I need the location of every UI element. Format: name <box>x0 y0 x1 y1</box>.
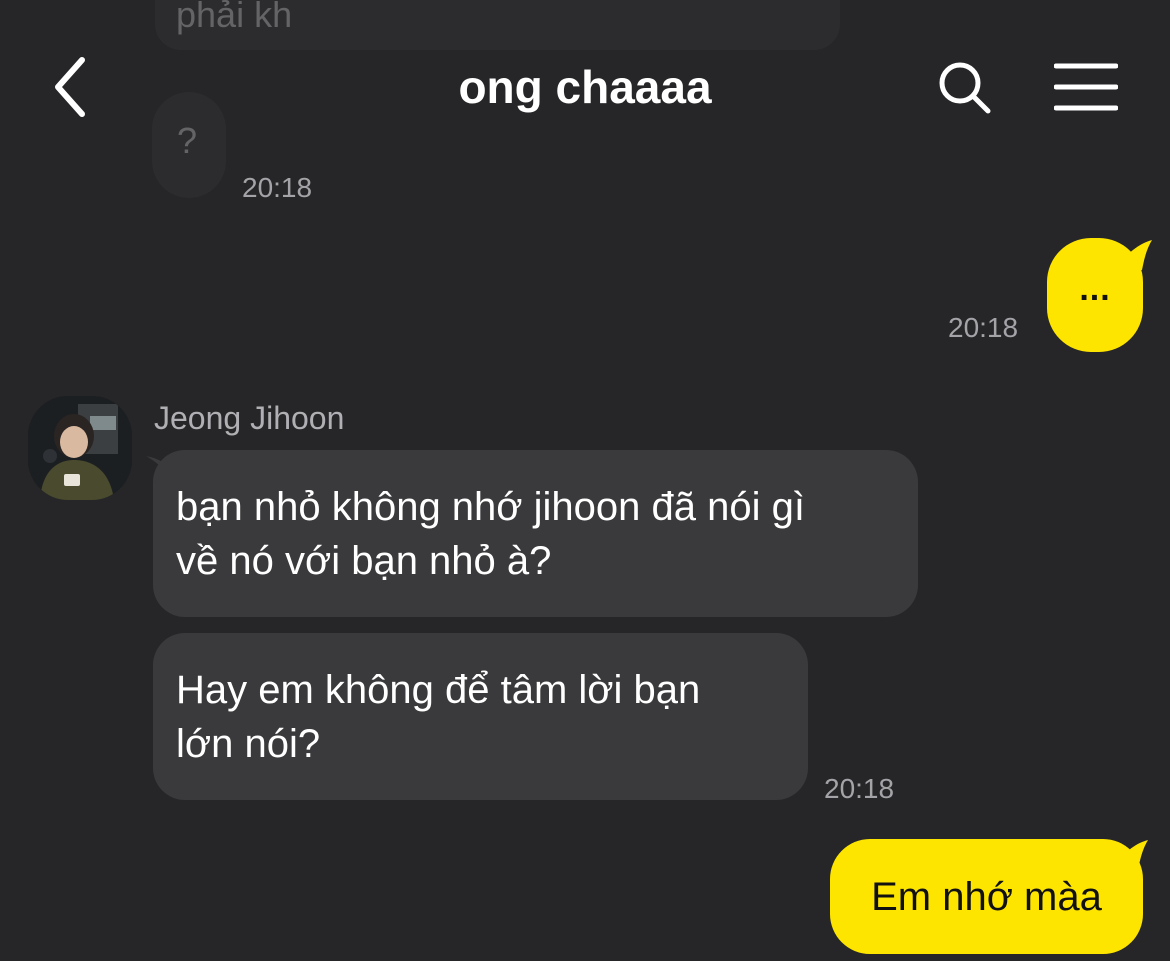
profile-photo <box>28 396 132 500</box>
back-button[interactable] <box>40 52 100 122</box>
message-line: về nó với bạn nhỏ à? <box>176 539 552 583</box>
message-line: bạn nhỏ không nhớ jihoon đã nói gì <box>176 485 805 529</box>
search-button[interactable] <box>930 56 1000 120</box>
message-text: Em nhớ màa <box>871 874 1102 919</box>
menu-button[interactable] <box>1050 58 1122 116</box>
incoming-message-bubble[interactable]: Hay em không để tâm lời bạn lớn nói? <box>153 633 808 800</box>
message-line: lớn nói? <box>176 722 321 766</box>
avatar[interactable] <box>28 396 132 500</box>
incoming-message-bubble[interactable]: bạn nhỏ không nhớ jihoon đã nói gì về nó… <box>153 450 918 617</box>
search-icon <box>939 62 991 114</box>
message-line: Hay em không để tâm lời bạn <box>176 668 701 712</box>
outgoing-message-bubble[interactable]: Em nhớ màa <box>830 839 1143 954</box>
message-text: ... <box>1079 270 1111 308</box>
hamburger-menu-icon <box>1054 63 1118 111</box>
chevron-left-icon <box>55 57 85 117</box>
message-timestamp: 20:18 <box>948 312 1019 343</box>
sender-name: Jeong Jihoon <box>154 400 345 436</box>
chat-header: ong chaaaa <box>0 0 1170 180</box>
outgoing-message-bubble[interactable]: ... <box>1047 238 1143 352</box>
message-timestamp: 20:18 <box>824 773 895 804</box>
